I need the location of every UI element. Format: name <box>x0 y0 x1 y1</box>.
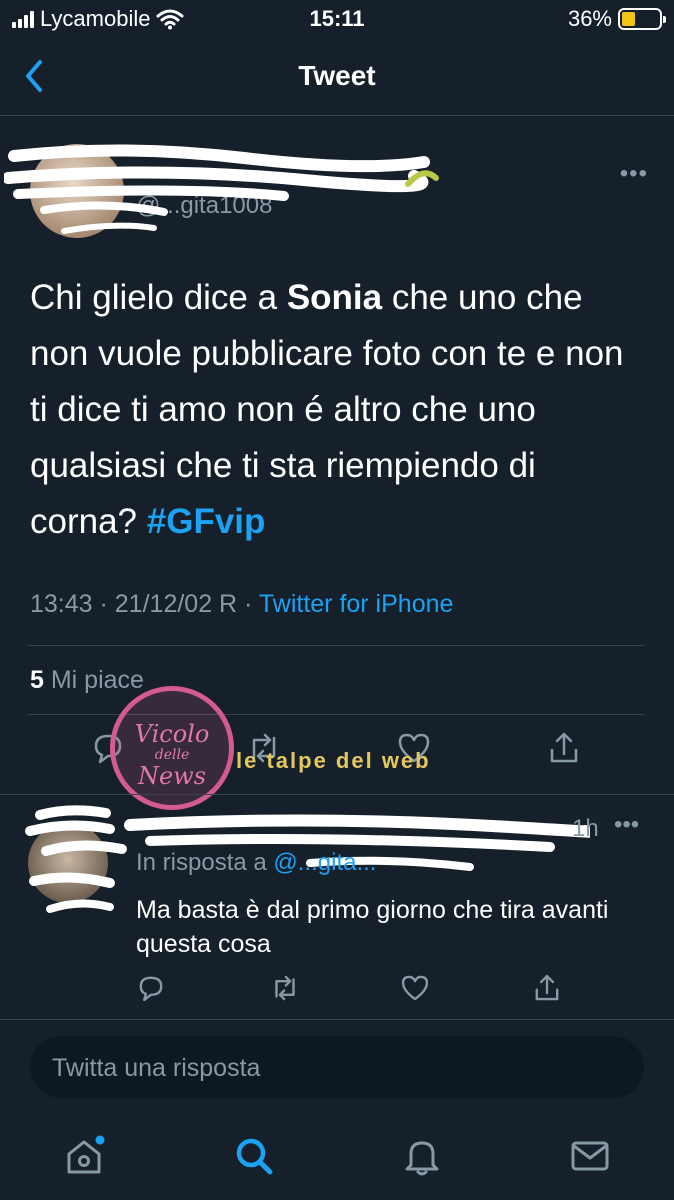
compose-placeholder: Twitta una risposta <box>52 1054 261 1082</box>
redaction-scribble <box>4 144 439 234</box>
battery-percent: 36% <box>567 6 612 31</box>
messages-envelope-icon[interactable] <box>568 1134 612 1178</box>
reply-compose-input[interactable]: Twitta una risposta <box>30 1036 644 1098</box>
status-right: 36% <box>567 6 666 32</box>
reply-time: 1h <box>572 815 599 842</box>
watermark-banner: le talpe del web <box>236 748 431 773</box>
tweet-author[interactable]: @...gita1008 <box>4 128 644 238</box>
search-icon[interactable] <box>232 1134 276 1178</box>
watermark-logo: Vicolo delle News <box>110 686 234 810</box>
share-icon[interactable] <box>530 971 564 1005</box>
watermark-line: Vicolo <box>134 720 210 748</box>
in-reply-prefix: In risposta a <box>136 849 274 876</box>
tweet-time: 13:43 <box>30 590 93 618</box>
reply-icon[interactable] <box>134 971 168 1005</box>
notifications-bell-icon[interactable] <box>400 1134 444 1178</box>
tweet-text-bold[interactable]: Sonia <box>287 278 382 317</box>
battery-icon <box>618 8 666 30</box>
tweet-date: 21/12/02 R <box>114 590 238 618</box>
retweet-icon[interactable] <box>268 971 302 1005</box>
hashtag-link[interactable]: #GFvip <box>147 502 266 541</box>
page-title: Tweet <box>298 60 376 91</box>
share-icon[interactable] <box>544 728 584 768</box>
meta-separator: · <box>237 590 259 618</box>
status-bar: Lycamobile 15:11 36% <box>0 0 674 38</box>
likes-label: Mi piace <box>43 666 144 694</box>
mention-link[interactable]: @...gita... <box>273 849 376 876</box>
like-heart-icon[interactable] <box>398 971 432 1005</box>
watermark-line: News <box>137 762 207 790</box>
meta-separator: · <box>92 590 115 618</box>
reply-tweet[interactable]: 1h ••• In risposta a @...gita... Ma bast… <box>0 794 674 1020</box>
more-options-icon[interactable]: ••• <box>614 811 639 839</box>
divider <box>28 645 644 646</box>
watermark-line: delle <box>154 747 190 763</box>
likes-count[interactable]: 5 Mi piace <box>30 666 144 695</box>
tweet-meta: 13:43 · 21/12/02 R · Twitter for iPhone <box>30 590 453 619</box>
home-icon[interactable] <box>62 1134 106 1178</box>
tweet-text-post: che uno che non vuole pubblicare foto co… <box>30 278 624 541</box>
nav-bar: Tweet <box>0 40 674 116</box>
likes-number: 5 <box>30 666 44 694</box>
tweet-text: Chi glielo dice a Sonia che uno che non … <box>30 270 650 550</box>
reply-text: Ma basta è dal primo giorno che tira ava… <box>136 896 609 958</box>
more-options-icon[interactable]: ••• <box>620 160 648 188</box>
tweet-source-link[interactable]: Twitter for iPhone <box>259 590 454 618</box>
in-reply-to: In risposta a @...gita... <box>136 849 376 877</box>
tweet-text-pre: Chi glielo dice a <box>30 278 287 317</box>
battery-fill <box>622 12 635 26</box>
reply-actions <box>0 971 674 1011</box>
tab-bar <box>0 1108 674 1200</box>
watermark-logo-text: Vicolo delle News <box>115 721 229 789</box>
